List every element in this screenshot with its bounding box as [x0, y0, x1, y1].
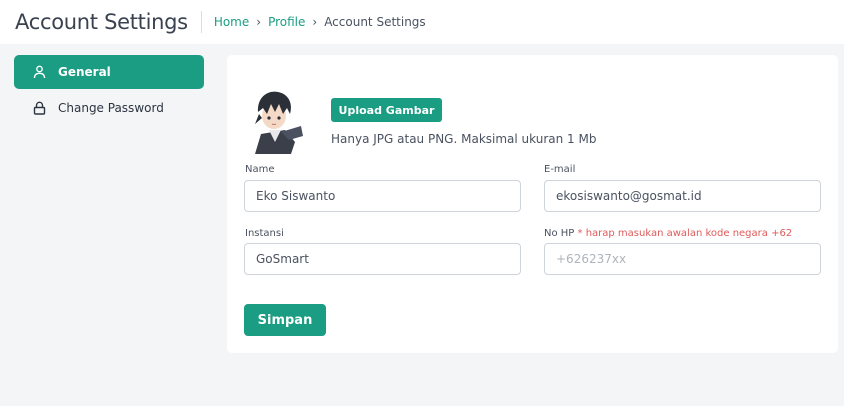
phone-label: No HP * harap masukan awalan kode negara…: [544, 228, 792, 239]
breadcrumb-current: Account Settings: [324, 15, 426, 29]
phone-field[interactable]: [544, 243, 821, 275]
sidebar-item-general[interactable]: General: [14, 55, 204, 89]
phone-required-note: * harap masukan awalan kode negara +62: [577, 228, 793, 239]
page-header: Account Settings Home › Profile › Accoun…: [0, 0, 844, 44]
name-field[interactable]: [244, 180, 521, 212]
sidebar-item-label: General: [58, 65, 111, 79]
name-label: Name: [245, 164, 275, 175]
breadcrumb-separator: ›: [256, 15, 262, 29]
page: Account Settings Home › Profile › Accoun…: [0, 0, 844, 406]
save-button[interactable]: Simpan: [244, 304, 326, 336]
instansi-label: Instansi: [245, 228, 284, 239]
page-title: Account Settings: [15, 10, 188, 34]
header-divider: [200, 11, 202, 33]
phone-label-text: No HP: [544, 228, 575, 239]
sidebar-item-label: Change Password: [58, 101, 164, 115]
breadcrumb: Home › Profile › Account Settings: [214, 15, 426, 29]
sidebar-item-change-password[interactable]: Change Password: [14, 91, 204, 125]
instansi-field[interactable]: [244, 243, 521, 275]
breadcrumb-home[interactable]: Home: [214, 15, 249, 29]
email-field[interactable]: [544, 180, 821, 212]
breadcrumb-profile[interactable]: Profile: [268, 15, 305, 29]
upload-image-button[interactable]: Upload Gambar: [331, 98, 442, 122]
profile-avatar: [245, 84, 307, 156]
user-icon: [32, 65, 46, 79]
lock-icon: [32, 101, 46, 115]
breadcrumb-separator: ›: [312, 15, 318, 29]
upload-hint: Hanya JPG atau PNG. Maksimal ukuran 1 Mb: [331, 132, 597, 146]
email-label: E-mail: [544, 164, 576, 175]
